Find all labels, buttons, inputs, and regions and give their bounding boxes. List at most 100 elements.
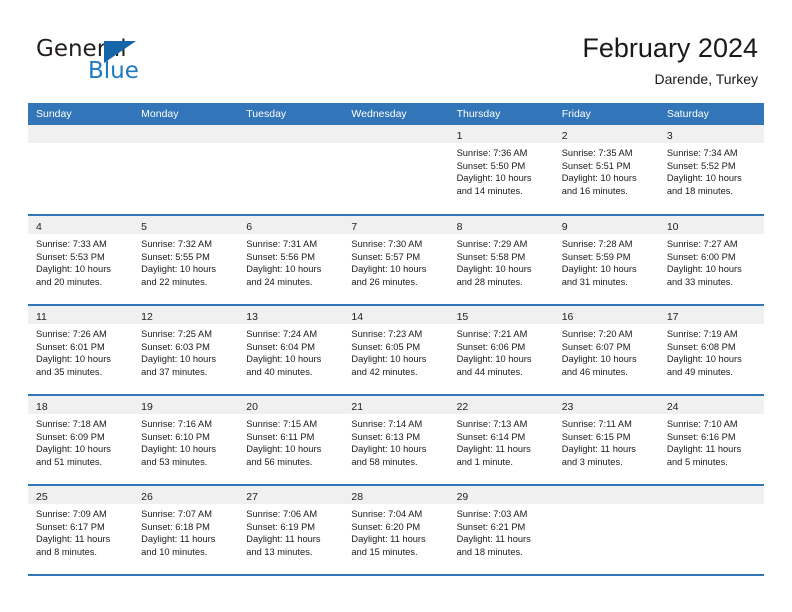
calendar-day-cell[interactable]: 3 Sunrise: 7:34 AM Sunset: 5:52 PM Daylight… <box>658 125 764 216</box>
sunrise-text: Sunrise: 7:34 AM <box>666 148 738 158</box>
calendar-day-cell[interactable]: 13 Sunrise: 7:24 AM Sunset: 6:04 PM Dayligh… <box>238 305 344 396</box>
day-cell-inner: 27 Sunrise: 7:06 AM Sunset: 6:19 PM Dayligh… <box>238 486 344 574</box>
sunset-text: Sunset: 6:01 PM <box>36 341 105 352</box>
day-number: 9 <box>561 221 568 233</box>
calendar-day-cell[interactable]: 16 Sunrise: 7:20 AM Sunset: 6:07 PM Dayligh… <box>553 305 659 396</box>
day-number-band: 2 <box>553 125 659 143</box>
day-number-band: 14 <box>343 306 449 324</box>
day-number: 29 <box>456 491 469 503</box>
day-number: 28 <box>351 491 364 503</box>
calendar-day-cell[interactable]: 7 Sunrise: 7:30 AM Sunset: 5:57 PM Daylight… <box>343 215 449 306</box>
day-cell-details: Sunrise: 7:15 AM Sunset: 6:11 PM Daylight:… <box>238 414 343 468</box>
calendar-day-cell[interactable]: 21 Sunrise: 7:14 AM Sunset: 6:13 PM Dayligh… <box>343 395 449 486</box>
sunrise-text: Sunrise: 7:29 AM <box>456 239 528 249</box>
daylight-text-line1: Daylight: 10 hours <box>351 354 427 365</box>
calendar-day-cell[interactable]: 14 Sunrise: 7:23 AM Sunset: 6:05 PM Dayligh… <box>343 305 449 396</box>
daylight-text-line1: Daylight: 10 hours <box>666 264 742 275</box>
calendar-day-cell[interactable]: 18 Sunrise: 7:18 AM Sunset: 6:09 PM Dayligh… <box>28 395 134 486</box>
calendar-day-cell-empty <box>343 125 449 216</box>
sunset-text: Sunset: 6:16 PM <box>666 431 736 442</box>
calendar-day-cell[interactable]: 28 Sunrise: 7:04 AM Sunset: 6:20 PM Dayligh… <box>343 485 449 576</box>
calendar-day-cell[interactable]: 29 Sunrise: 7:03 AM Sunset: 6:21 PM Dayligh… <box>448 485 554 576</box>
day-number: 7 <box>351 221 358 233</box>
calendar-day-cell[interactable]: 19 Sunrise: 7:16 AM Sunset: 6:10 PM Dayligh… <box>133 395 239 486</box>
day-cell-details: Sunrise: 7:14 AM Sunset: 6:13 PM Daylight:… <box>343 414 448 468</box>
calendar-day-cell[interactable]: 9 Sunrise: 7:28 AM Sunset: 5:59 PM Daylight… <box>553 215 659 306</box>
calendar-week-row: 4 Sunrise: 7:33 AM Sunset: 5:53 PM Daylight… <box>28 215 764 306</box>
daylight-text-line2: and 3 minutes. <box>561 456 623 467</box>
calendar-table: Sunday Monday Tuesday Wednesday Thursday Frid… <box>28 103 764 576</box>
sunset-text: Sunset: 5:58 PM <box>456 251 526 262</box>
sunrise-text: Sunrise: 7:03 AM <box>456 509 528 519</box>
day-cell-details: Sunrise: 7:35 AM Sunset: 5:51 PM Daylight:… <box>554 143 659 197</box>
day-cell-details: Sunrise: 7:28 AM Sunset: 5:59 PM Daylight:… <box>554 234 659 288</box>
calendar-day-cell[interactable]: 2 Sunrise: 7:35 AM Sunset: 5:51 PM Daylight… <box>553 125 659 216</box>
daylight-text-line1: Daylight: 10 hours <box>36 264 111 275</box>
calendar-day-cell[interactable]: 4 Sunrise: 7:33 AM Sunset: 5:53 PM Daylight… <box>28 215 134 306</box>
day-cell-details: Sunrise: 7:19 AM Sunset: 6:08 PM Daylight:… <box>659 324 764 378</box>
calendar-day-cell[interactable]: 11 Sunrise: 7:26 AM Sunset: 6:01 PM Dayligh… <box>28 305 134 396</box>
daylight-text-line1: Daylight: 11 hours <box>666 444 742 455</box>
day-cell-inner: 16 Sunrise: 7:20 AM Sunset: 6:07 PM Dayligh… <box>553 306 659 394</box>
sunset-text: Sunset: 6:04 PM <box>246 341 316 352</box>
calendar-week-row: 1 Sunrise: 7:36 AM Sunset: 5:50 PM Daylight… <box>28 125 764 216</box>
calendar-day-cell-empty <box>28 125 134 216</box>
daylight-text-line2: and 56 minutes. <box>246 456 313 467</box>
calendar-day-cell[interactable]: 22 Sunrise: 7:13 AM Sunset: 6:14 PM Dayligh… <box>448 395 554 486</box>
calendar-day-cell[interactable]: 15 Sunrise: 7:21 AM Sunset: 6:06 PM Dayligh… <box>448 305 554 396</box>
calendar-day-cell[interactable]: 10 Sunrise: 7:27 AM Sunset: 6:00 PM Dayligh… <box>658 215 764 306</box>
day-number-band: 18 <box>28 396 134 414</box>
daylight-text-line2: and 46 minutes. <box>561 366 628 377</box>
weekday-header-sunday: Sunday <box>28 103 134 125</box>
calendar-day-cell[interactable]: 12 Sunrise: 7:25 AM Sunset: 6:03 PM Dayligh… <box>133 305 239 396</box>
calendar-grid: Sunday Monday Tuesday Wednesday Thursday Frid… <box>28 103 764 576</box>
day-number-band: 10 <box>658 216 764 234</box>
sunrise-text: Sunrise: 7:09 AM <box>36 509 107 519</box>
calendar-day-cell[interactable]: 25 Sunrise: 7:09 AM Sunset: 6:17 PM Dayligh… <box>28 485 134 576</box>
day-number-band: 25 <box>28 486 134 504</box>
day-number-band <box>343 125 449 143</box>
daylight-text-line1: Daylight: 10 hours <box>141 264 217 275</box>
calendar-day-cell[interactable]: 1 Sunrise: 7:36 AM Sunset: 5:50 PM Daylight… <box>448 125 554 216</box>
calendar-day-cell[interactable]: 24 Sunrise: 7:10 AM Sunset: 6:16 PM Dayligh… <box>658 395 764 486</box>
day-number: 16 <box>561 311 574 323</box>
day-number-band: 24 <box>658 396 764 414</box>
calendar-day-cell[interactable]: 5 Sunrise: 7:32 AM Sunset: 5:55 PM Daylight… <box>133 215 239 306</box>
calendar-day-cell[interactable]: 17 Sunrise: 7:19 AM Sunset: 6:08 PM Dayligh… <box>658 305 764 396</box>
day-number: 15 <box>456 311 469 323</box>
day-cell-inner: 14 Sunrise: 7:23 AM Sunset: 6:05 PM Dayligh… <box>343 306 449 394</box>
sunset-text: Sunset: 5:52 PM <box>666 160 736 171</box>
sunrise-text: Sunrise: 7:27 AM <box>666 239 738 249</box>
sunset-text: Sunset: 6:10 PM <box>141 431 210 442</box>
day-cell-inner <box>28 125 134 213</box>
daylight-text-line1: Daylight: 11 hours <box>36 534 111 545</box>
daylight-text-line1: Daylight: 10 hours <box>246 444 322 455</box>
calendar-day-cell[interactable]: 8 Sunrise: 7:29 AM Sunset: 5:58 PM Daylight… <box>448 215 554 306</box>
calendar-day-cell[interactable]: 26 Sunrise: 7:07 AM Sunset: 6:18 PM Dayligh… <box>133 485 239 576</box>
day-cell-inner: 21 Sunrise: 7:14 AM Sunset: 6:13 PM Dayligh… <box>343 396 449 484</box>
daylight-text-line2: and 10 minutes. <box>141 546 208 557</box>
day-number-band: 4 <box>28 216 134 234</box>
daylight-text-line2: and 22 minutes. <box>141 276 208 287</box>
day-number-band: 19 <box>133 396 239 414</box>
calendar-page: General Blue February 2024 Darende, Turk… <box>0 0 792 612</box>
calendar-day-cell[interactable]: 27 Sunrise: 7:06 AM Sunset: 6:19 PM Dayligh… <box>238 485 344 576</box>
calendar-day-cell[interactable]: 23 Sunrise: 7:11 AM Sunset: 6:15 PM Dayligh… <box>553 395 659 486</box>
daylight-text-line2: and 37 minutes. <box>141 366 208 377</box>
day-cell-details: Sunrise: 7:31 AM Sunset: 5:56 PM Daylight:… <box>238 234 343 288</box>
daylight-text-line1: Daylight: 10 hours <box>456 354 532 365</box>
daylight-text-line2: and 49 minutes. <box>666 366 733 377</box>
calendar-day-cell[interactable]: 6 Sunrise: 7:31 AM Sunset: 5:56 PM Daylight… <box>238 215 344 306</box>
daylight-text-line1: Daylight: 11 hours <box>351 534 426 545</box>
day-number-band: 16 <box>553 306 659 324</box>
daylight-text-line1: Daylight: 10 hours <box>351 444 427 455</box>
sunset-text: Sunset: 5:51 PM <box>561 160 631 171</box>
general-blue-logo[interactable]: General Blue <box>36 36 216 90</box>
daylight-text-line2: and 20 minutes. <box>36 276 103 287</box>
day-number-band: 8 <box>448 216 554 234</box>
day-cell-inner: 17 Sunrise: 7:19 AM Sunset: 6:08 PM Dayligh… <box>658 306 764 394</box>
calendar-day-cell[interactable]: 20 Sunrise: 7:15 AM Sunset: 6:11 PM Dayligh… <box>238 395 344 486</box>
page-header: General Blue February 2024 Darende, Turk… <box>0 0 792 103</box>
day-number-band: 21 <box>343 396 449 414</box>
weekday-header-tuesday: Tuesday <box>238 103 344 125</box>
